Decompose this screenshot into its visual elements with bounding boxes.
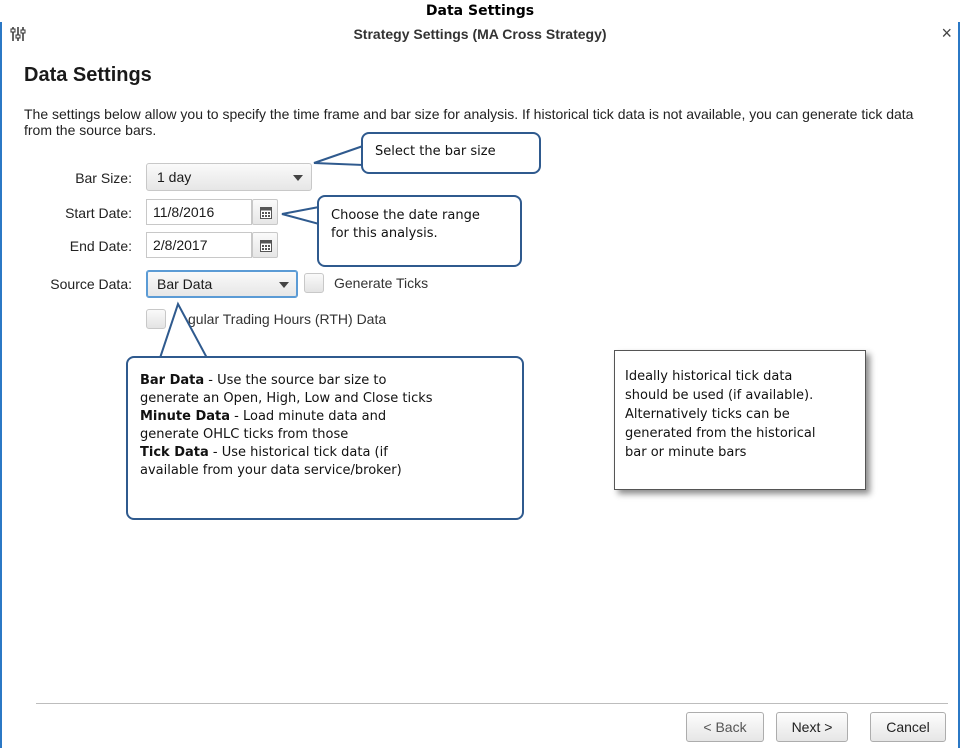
start-date-field[interactable]: 11/8/2016	[146, 199, 252, 225]
callout-bar-data-text-2: generate an Open, High, Low and Close ti…	[140, 391, 433, 406]
callout-bar-size-text: Select the bar size	[375, 144, 496, 159]
callout-tick-data-text: - Use historical tick data (if	[208, 445, 388, 460]
image-caption: Data Settings	[425, 3, 535, 19]
settings-window: Strategy Settings (MA Cross Strategy) × …	[0, 22, 960, 748]
back-button[interactable]: < Back	[686, 712, 764, 742]
callout-pointer-bar-size	[313, 144, 364, 167]
end-date-label: End Date:	[69, 238, 132, 254]
callout-minute-data-title: Minute Data	[140, 409, 231, 424]
calendar-icon	[260, 207, 272, 219]
rth-label: gular Trading Hours (RTH) Data	[188, 311, 387, 327]
source-data-value: Bar Data	[157, 276, 213, 292]
note-line: Ideally historical tick data	[625, 369, 793, 384]
callout-date-range-line1: Choose the date range	[331, 208, 480, 223]
bar-size-label: Bar Size:	[75, 170, 132, 186]
generate-ticks-label: Generate Ticks	[334, 275, 429, 291]
calendar-icon	[260, 240, 272, 252]
callout-bar-data-title: Bar Data	[140, 373, 205, 388]
bar-size-value: 1 day	[157, 169, 192, 185]
callout-date-range: Choose the date range for this analysis.	[317, 195, 522, 267]
cancel-button[interactable]: Cancel	[870, 712, 946, 742]
start-date-label: Start Date:	[65, 205, 132, 221]
title-bar: Strategy Settings (MA Cross Strategy) ×	[2, 22, 958, 48]
callout-tick-data-text-2: available from your data service/broker)	[140, 463, 402, 478]
chevron-down-icon	[279, 282, 289, 288]
note-line: generated from the historical	[625, 426, 816, 441]
source-data-label: Source Data:	[50, 276, 132, 292]
callout-minute-data-text-2: generate OHLC ticks from those	[140, 427, 349, 442]
next-button[interactable]: Next >	[776, 712, 848, 742]
start-date-calendar-button[interactable]	[252, 199, 278, 225]
note-line: Alternatively ticks can be	[625, 407, 790, 422]
callout-tick-data-title: Tick Data	[140, 445, 209, 460]
close-icon[interactable]: ×	[941, 23, 952, 44]
note-line: should be used (if available).	[625, 388, 814, 403]
callout-bar-data-text: - Use the source bar size to	[204, 373, 387, 388]
end-date-calendar-button[interactable]	[252, 232, 278, 258]
window-title: Strategy Settings (MA Cross Strategy)	[353, 26, 607, 42]
end-date-field[interactable]: 2/8/2017	[146, 232, 252, 258]
note-box: Ideally historical tick data should be u…	[614, 350, 866, 490]
callout-bar-size: Select the bar size	[361, 132, 541, 174]
callout-pointer-date-range	[281, 205, 320, 226]
bar-size-select[interactable]: 1 day	[146, 163, 312, 191]
generate-ticks-checkbox[interactable]	[304, 273, 324, 293]
callout-source-data: Bar Data - Use the source bar size to ge…	[126, 356, 524, 520]
rth-checkbox[interactable]	[146, 309, 166, 329]
note-line: bar or minute bars	[625, 445, 747, 460]
source-data-select[interactable]: Bar Data	[146, 270, 298, 298]
callout-minute-data-text: - Load minute data and	[230, 409, 387, 424]
page-title: Data Settings	[24, 64, 152, 86]
callout-date-range-line2: for this analysis.	[331, 226, 438, 241]
chevron-down-icon	[293, 175, 303, 181]
footer-divider	[36, 703, 948, 704]
